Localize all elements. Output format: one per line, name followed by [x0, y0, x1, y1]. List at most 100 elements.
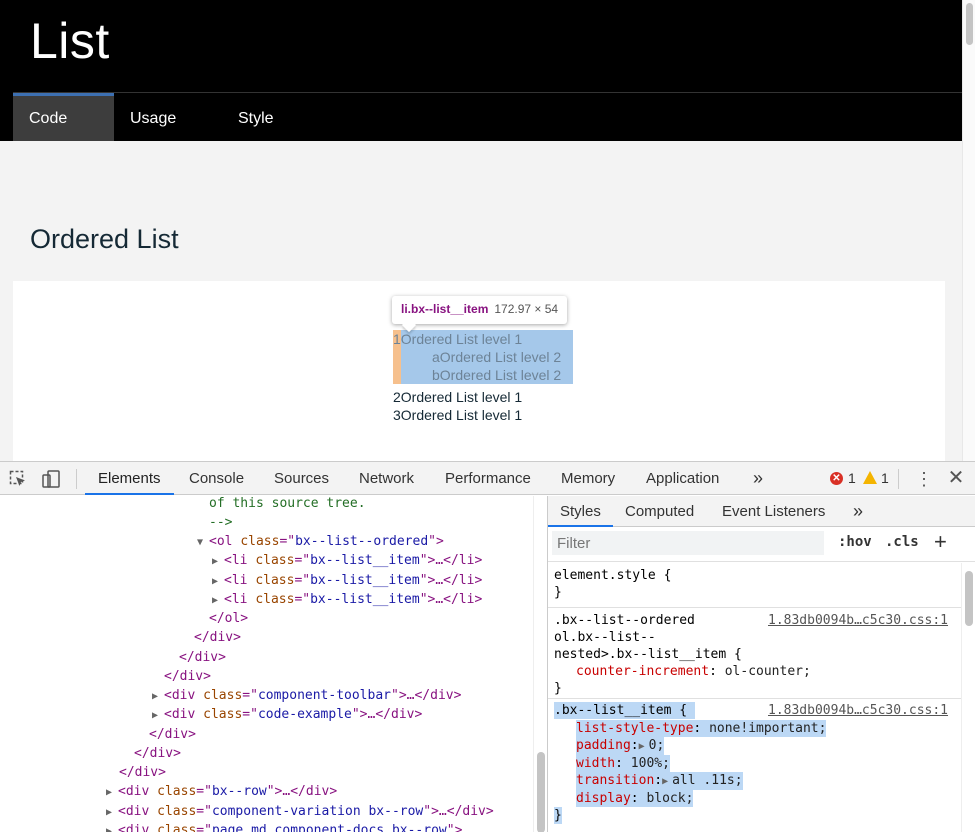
site-header: List Code Usage Style [0, 0, 962, 141]
tab-console[interactable]: Console [176, 462, 257, 495]
rule-close-brace: } [554, 681, 562, 696]
tab-performance[interactable]: Performance [432, 462, 544, 495]
expand-triangle-icon: ▶ [106, 787, 113, 798]
dom-node[interactable]: ▼ <ol class="bx--list--ordered"> [197, 532, 444, 551]
page-scroll-thumb[interactable] [966, 3, 973, 45]
dom-scroll-thumb[interactable] [537, 752, 545, 832]
tab-memory[interactable]: Memory [548, 462, 628, 495]
page-scrollbar[interactable] [962, 0, 975, 461]
list-item: 2Ordered List level 1 [393, 388, 522, 406]
dom-node[interactable]: </div> [194, 628, 241, 647]
expand-triangle-icon: ▶ [212, 595, 219, 606]
style-property[interactable]: padding:▶ 0; [576, 737, 665, 755]
dom-node[interactable]: </div> [179, 648, 226, 667]
dom-node[interactable]: </div> [119, 763, 166, 782]
list-item-text: Ordered List level 2 [439, 367, 562, 383]
error-count[interactable]: 1 [848, 470, 856, 486]
tab-network[interactable]: Network [346, 462, 427, 495]
style-rule-list-item[interactable]: .bx--list__item { 1.83db0094b…c5c30.css:… [548, 700, 961, 832]
styles-filter-input[interactable] [552, 531, 824, 555]
dom-node[interactable]: ▶ <li class="bx--list__item">…</li> [212, 571, 482, 590]
devtools-toolbar: Elements Console Sources Network Perform… [0, 462, 975, 495]
rule-source-link[interactable]: 1.83db0094b…c5c30.css:1 [768, 612, 948, 629]
dom-node[interactable]: ▶ <li class="bx--list__item">…</li> [212, 590, 482, 609]
styles-scroll-thumb[interactable] [965, 571, 973, 626]
dom-node[interactable]: ▶ <div class="code-example">…</div> [152, 705, 422, 724]
more-tabs-button[interactable]: » [740, 462, 776, 495]
tab-code[interactable]: Code [13, 93, 114, 141]
add-rule-button[interactable]: + [934, 529, 947, 555]
dom-node[interactable]: </div> [164, 667, 211, 686]
devtools-panel: Elements Console Sources Network Perform… [0, 461, 975, 832]
error-icon[interactable]: ✕ [830, 472, 843, 485]
dom-node[interactable]: </div> [149, 725, 196, 744]
class-toggle-button[interactable]: .cls [885, 534, 919, 550]
rule-source-link[interactable]: 1.83db0094b…c5c30.css:1 [768, 702, 948, 719]
list-marker: 1 [393, 331, 401, 347]
more-tabs-button[interactable]: » [841, 496, 875, 527]
expand-triangle-icon: ▶ [638, 741, 645, 752]
tab-style[interactable]: Style [222, 93, 312, 141]
style-property[interactable]: list-style-type: none!important; [576, 720, 827, 737]
tab-event-listeners[interactable]: Event Listeners [710, 496, 837, 527]
rule-selector: element.style { [554, 568, 672, 583]
dom-node[interactable]: </div> [134, 744, 181, 763]
dom-node[interactable]: ▶ <div class="bx--row">…</div> [106, 782, 337, 801]
tab-sources[interactable]: Sources [261, 462, 342, 495]
browser-viewport: List Code Usage Style Ordered List 1 Orde… [0, 0, 975, 832]
tab-application[interactable]: Application [633, 462, 732, 495]
toolbar-separator [76, 469, 77, 489]
device-toolbar-icon[interactable] [42, 470, 60, 488]
list-marker: 2 [393, 389, 401, 405]
expand-triangle-icon: ▶ [212, 576, 219, 587]
style-property[interactable]: counter-increment: ol-counter; [576, 663, 811, 680]
tooltip-size: 172.97 × 54 [494, 302, 559, 316]
list-item-text: Ordered List level 1 [400, 407, 523, 423]
dom-node[interactable]: ▶ <li class="bx--list__item">…</li> [212, 551, 482, 570]
expand-triangle-icon: ▶ [106, 826, 113, 832]
toolbar-separator [898, 469, 899, 489]
styles-filter-bar: :hov .cls + [548, 528, 975, 562]
dom-node[interactable]: ▶ <div class="component-variation bx--row… [106, 802, 494, 821]
collapse-triangle-icon: ▼ [197, 537, 204, 548]
kebab-menu-icon[interactable]: ⋮ [915, 470, 933, 488]
inspect-element-icon[interactable] [9, 470, 27, 488]
list-item: 3Ordered List level 1 [393, 406, 522, 424]
tab-elements[interactable]: Elements [85, 462, 174, 495]
list-item: aOrdered List level 2 [432, 348, 561, 366]
style-rule-element[interactable]: element.style { } [548, 563, 961, 608]
expand-triangle-icon: ▶ [662, 776, 669, 787]
style-property[interactable]: width: 100%; [576, 755, 670, 772]
tooltip-selector: li.bx--list__item [401, 302, 489, 316]
tab-computed[interactable]: Computed [613, 496, 706, 527]
dom-node[interactable]: of this source tree. [209, 496, 366, 513]
style-property[interactable]: display: block; [576, 790, 694, 807]
rule-close-brace: } [554, 807, 562, 824]
list-item-text: Ordered List level 2 [439, 349, 562, 365]
rule-close-brace: } [554, 585, 562, 600]
list-item-text: Ordered List level 1 [400, 389, 523, 405]
dom-node[interactable]: </ol> [209, 609, 248, 628]
styles-scrollbar[interactable] [961, 563, 975, 832]
close-icon[interactable]: ✕ [946, 468, 966, 488]
warning-icon[interactable] [863, 471, 877, 484]
style-property[interactable]: transition:▶ all .11s; [576, 772, 743, 790]
dom-node[interactable]: --> [209, 513, 232, 532]
expand-triangle-icon: ▶ [212, 556, 219, 567]
hover-state-button[interactable]: :hov [838, 534, 872, 550]
tab-styles[interactable]: Styles [548, 496, 613, 527]
expand-triangle-icon: ▶ [152, 710, 159, 721]
warning-count[interactable]: 1 [881, 470, 889, 486]
section-title: Ordered List [30, 224, 179, 254]
page-title: List [30, 13, 110, 69]
rule-selector: ol.bx--list-- [554, 630, 656, 645]
list-marker: 3 [393, 407, 401, 423]
style-rule-ordered[interactable]: .bx--list--ordered ol.bx--list-- nested>… [548, 609, 961, 699]
dom-node[interactable]: ▶ <div class="component-toolbar">…</div> [152, 686, 461, 705]
tab-usage[interactable]: Usage [114, 93, 212, 141]
rule-selector: nested>.bx--list__item { [554, 647, 742, 662]
dom-node[interactable]: ▶ <div class="page md component-docs bx--… [106, 821, 470, 832]
dom-tree[interactable]: of this source tree. --> ▼ <ol class="bx-… [0, 496, 547, 832]
expand-triangle-icon: ▶ [152, 691, 159, 702]
dom-scrollbar[interactable] [533, 496, 547, 832]
